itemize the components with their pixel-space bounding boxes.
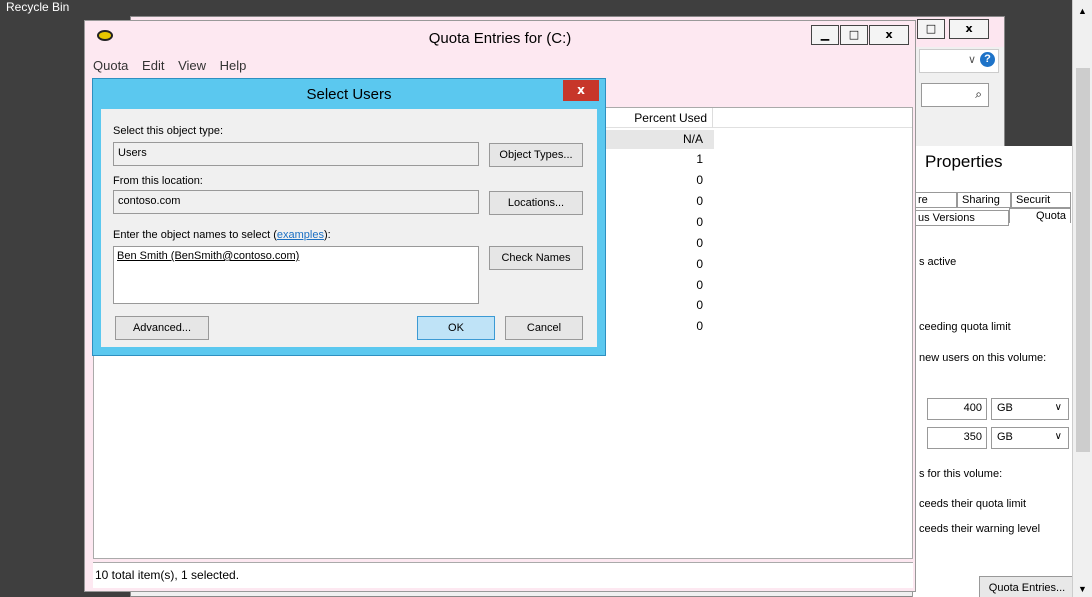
location-field: contoso.com [113,190,479,214]
quota-entries-button[interactable]: Quota Entries... [979,576,1075,597]
object-name-entry: Ben Smith (BenSmith@contoso.com) [117,250,300,262]
menu-help[interactable]: Help [220,58,247,73]
examples-link[interactable]: examples [277,229,324,241]
object-names-label-suffix: ): [323,229,331,241]
check-names-button[interactable]: Check Names [489,246,583,270]
quota-titlebar: Quota Entries for (C:) ▁ □ x [85,21,915,53]
status-active-text: s active [919,256,957,268]
table-row-percent[interactable]: 0 [609,194,713,208]
explorer-close-button[interactable]: x [949,19,989,39]
ok-button[interactable]: OK [417,316,495,340]
properties-scrollbar[interactable]: ▲ ▼ [1072,0,1092,597]
minimize-button[interactable]: ▁ [811,25,839,45]
table-row-percent[interactable]: 0 [609,278,713,292]
table-row-percent[interactable]: 1 [609,152,713,166]
object-types-button[interactable]: Object Types... [489,143,583,167]
select-users-title: Select Users [306,86,392,103]
properties-dialog: Properties re Sharing Securit us Version… [912,146,1080,597]
locations-button[interactable]: Locations... [489,191,583,215]
column-header-percent-used[interactable]: Percent Used [609,108,713,128]
object-type-field: Users [113,142,479,166]
warning-value-input[interactable]: 350 [927,427,987,449]
object-names-label-prefix: Enter the object names to select ( [113,229,277,241]
tab-general[interactable]: re [913,192,957,208]
limit-value-input[interactable]: 400 [927,398,987,420]
default-limit-text: new users on this volume: [919,352,1047,364]
maximize-button[interactable]: □ [840,25,868,45]
table-row-percent[interactable]: 0 [609,257,713,271]
menu-bar: Quota Edit View Help [93,58,256,73]
chevron-down-icon: ∨ [1054,431,1062,442]
explorer-search-input[interactable]: ⌕ [921,83,989,107]
chevron-down-icon: ∨ [967,54,976,66]
chevron-down-icon: ∨ [1054,402,1062,413]
explorer-maximize-button[interactable]: □ [917,19,945,39]
log-exceeds-warning-text: ceeds their warning level [919,523,1041,535]
select-users-dialog: Select Users x Select this object type: … [92,78,606,356]
properties-title: Properties [925,152,1003,171]
scroll-up-icon[interactable]: ▲ [1078,6,1087,16]
table-row-percent[interactable]: 0 [609,298,713,312]
tab-previous-versions[interactable]: us Versions [913,210,1009,226]
menu-quota[interactable]: Quota [93,58,128,73]
table-row-percent[interactable]: 0 [609,319,713,333]
status-bar: 10 total item(s), 1 selected. [93,562,913,588]
dialog-body: Select this object type: Users Object Ty… [101,109,597,347]
object-names-input[interactable]: Ben Smith (BenSmith@contoso.com) [113,246,479,304]
advanced-button[interactable]: Advanced... [115,316,209,340]
help-icon[interactable]: ? [980,52,995,67]
cancel-button[interactable]: Cancel [505,316,583,340]
object-names-label: Enter the object names to select (exampl… [113,229,331,241]
table-row-percent[interactable]: 0 [609,236,713,250]
log-exceeds-limit-text: ceeds their quota limit [919,498,1026,510]
menu-view[interactable]: View [178,58,206,73]
warning-unit-select[interactable]: GB ∨ [991,427,1069,449]
status-text: 10 total item(s), 1 selected. [95,568,240,582]
scroll-down-icon[interactable]: ▼ [1078,584,1087,594]
tab-security[interactable]: Securit [1011,192,1071,208]
dialog-close-button[interactable]: x [563,80,599,101]
quota-window-title: Quota Entries for (C:) [428,30,572,47]
recycle-bin-label[interactable]: Recycle Bin [6,0,69,14]
object-type-label: Select this object type: [113,125,224,137]
location-label: From this location: [113,175,203,187]
close-button[interactable]: x [869,25,909,45]
tab-sharing[interactable]: Sharing [957,192,1011,208]
explorer-address-dropdown[interactable]: ∨ ? [919,49,999,73]
limit-unit-select[interactable]: GB ∨ [991,398,1069,420]
table-row-percent[interactable]: N/A [609,132,713,146]
table-row-percent[interactable]: 0 [609,173,713,187]
tab-quota[interactable]: Quota [1009,208,1071,223]
logging-options-text: s for this volume: [919,468,1003,480]
table-row-percent[interactable]: 0 [609,215,713,229]
warning-unit-value: GB [997,431,1013,443]
menu-edit[interactable]: Edit [142,58,164,73]
scrollbar-thumb[interactable] [1076,68,1090,452]
deny-exceeding-text: ceeding quota limit [919,321,1011,333]
search-icon: ⌕ [975,87,982,101]
limit-unit-value: GB [997,402,1013,414]
